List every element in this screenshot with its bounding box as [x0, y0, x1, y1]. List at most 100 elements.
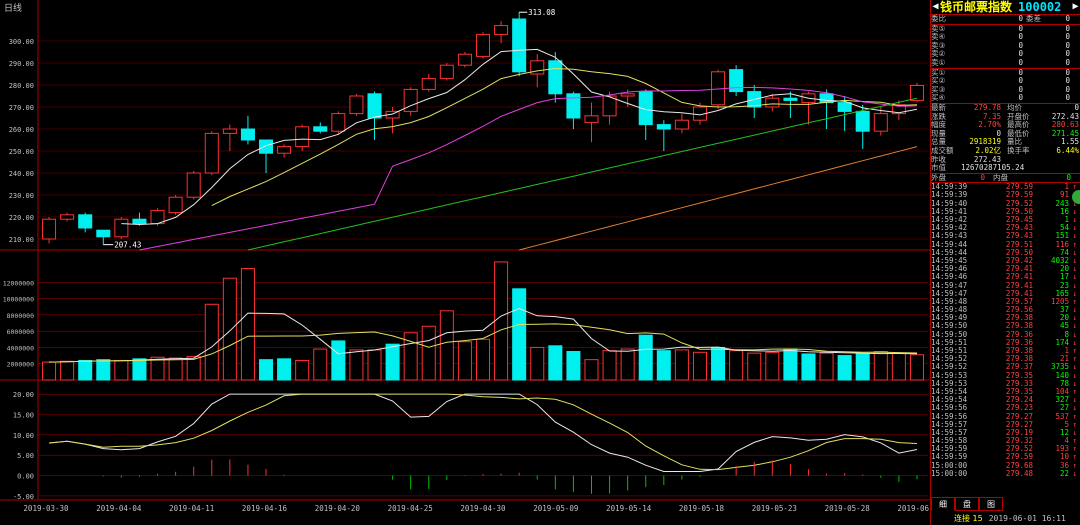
date-tick-label: 2019-05-28 [825, 504, 871, 513]
ask-label: 卖① [931, 57, 946, 67]
volume-bar [168, 357, 183, 381]
volume-bar [620, 348, 635, 381]
volume-bar [222, 277, 237, 381]
panel-tab[interactable]: 盘 [955, 497, 979, 511]
volume-bar [475, 338, 491, 381]
bid-gap [1026, 69, 1048, 78]
candle-body [78, 214, 93, 229]
candle-body [114, 218, 129, 238]
price-tick-label: 290.00 [9, 60, 34, 68]
volume-bar [656, 350, 671, 381]
candle-body [60, 214, 75, 220]
assistant-float-icon[interactable] [1072, 190, 1080, 204]
price-tick-label: 210.00 [9, 236, 34, 244]
candle-body [674, 119, 689, 130]
volume-bar [132, 358, 147, 381]
ask-row: 委比 0 委差 0 [931, 14, 1080, 25]
candle-body [439, 64, 454, 79]
date-tick-label: 2019-04-20 [315, 504, 361, 513]
inner-label: 内盘 [993, 172, 1008, 182]
volume-bar [873, 351, 888, 381]
stat-value-2 [1045, 156, 1079, 165]
volume-bar [602, 350, 617, 381]
date-tick-label: 2019-05-14 [606, 504, 652, 513]
volume-bar [711, 346, 726, 381]
ask-price: 0 [1018, 23, 1023, 33]
candle-body [765, 97, 780, 108]
bid-gap [1026, 94, 1048, 103]
outer-value: 0 [980, 172, 985, 182]
stat-label-2: 换手率 [1007, 145, 1030, 155]
volume-bar [584, 359, 599, 381]
bid-row: 买③ 0 0 [931, 85, 1080, 95]
volume-bar [638, 334, 653, 381]
volume-bar [530, 346, 545, 381]
volume-tick-label: 2000000 [7, 361, 34, 369]
panel-tab[interactable]: 图 [979, 497, 1003, 511]
tick-direction-icon: ↓ [1072, 468, 1077, 478]
bid-gap [1026, 86, 1048, 95]
prev-stock-arrow-icon[interactable]: ◀ [931, 0, 940, 14]
volume-bar [295, 359, 310, 381]
volume-bar [367, 349, 382, 381]
indicator-tick-label: 20.00 [13, 391, 34, 399]
candle-body [331, 113, 346, 132]
price-tick-label: 280.00 [9, 82, 34, 90]
candle-body [494, 25, 509, 35]
volume-bar [60, 360, 75, 381]
ma120-line [519, 146, 918, 251]
bid-price: 0 [1018, 76, 1023, 86]
ask-volume: 0 [1065, 14, 1070, 23]
ask-gap [1026, 59, 1048, 68]
volume-bar [692, 351, 707, 381]
volume-bar [313, 348, 328, 381]
ask-price: 0 [1018, 57, 1023, 67]
volume-bar [277, 358, 292, 381]
candle-body [42, 218, 57, 240]
price-tick-label: 220.00 [9, 214, 34, 222]
ask-price: 0 [1018, 49, 1023, 59]
date-tick-label: 2019-03-30 [23, 504, 69, 513]
volume-bar [78, 359, 93, 381]
ask-gap [1026, 25, 1048, 34]
volume-bar [494, 261, 509, 381]
ask-row: 卖② 0 0 [931, 50, 1080, 59]
tick-list[interactable]: 14:59:39279.591↑14:59:39279.5991↑14:59:4… [931, 183, 1080, 478]
volume-bar [114, 359, 129, 381]
bid-row: 买① 0 0 [931, 67, 1080, 78]
volume-bar [421, 325, 436, 381]
bid-volume: 0 [1065, 93, 1070, 103]
volume-bar [729, 350, 744, 381]
bid-price: 0 [1018, 93, 1023, 103]
stat-value-2: 6.44% [1056, 145, 1079, 155]
panel-tab[interactable]: 细 [931, 497, 955, 511]
volume-bar [837, 355, 852, 381]
date-tick-label: 2019-04-16 [242, 504, 288, 513]
volume-tick-label: 6000000 [7, 328, 34, 336]
stat-row: 现量 0 最低价 271.45 [931, 129, 1080, 139]
kline-chart-svg[interactable]: 300.00 290.00 280.00 270.00 260.00 250.00 240.… [0, 0, 930, 525]
candle-body [873, 113, 888, 132]
bid-price: 0 [1018, 67, 1023, 77]
ask-price: 0 [1018, 14, 1023, 23]
status-bar: 连接 15 2019-06-01 16:11 [930, 513, 1080, 525]
volume-tick-label: 12000000 [3, 279, 34, 287]
volume-tick-label: 8000000 [7, 312, 34, 320]
kline-chart-area[interactable]: 300.00 290.00 280.00 270.00 260.00 250.00 240.… [0, 0, 930, 525]
stock-name: 钱币邮票指数 [940, 0, 1013, 14]
stat-value: 2.70% [978, 120, 1001, 130]
candle-body [204, 132, 219, 174]
tick-volume: 22 [1059, 468, 1069, 478]
ask-row: 卖④ 0 0 [931, 33, 1080, 42]
ask-row: 卖① 0 0 [931, 57, 1080, 69]
volume-bar [349, 349, 364, 381]
candle-body [584, 115, 599, 123]
period-label[interactable]: 日线 [4, 1, 22, 14]
date-tick-label: 2019-05-09 [533, 504, 578, 513]
ma60-line [247, 97, 918, 251]
next-stock-arrow-icon[interactable]: ▶ [1071, 0, 1080, 14]
price-tick-label: 250.00 [9, 148, 34, 156]
indicator-line-1 [48, 393, 918, 472]
market-cap-value: 12670287105.24 [961, 163, 1025, 173]
candle-body [240, 128, 255, 141]
